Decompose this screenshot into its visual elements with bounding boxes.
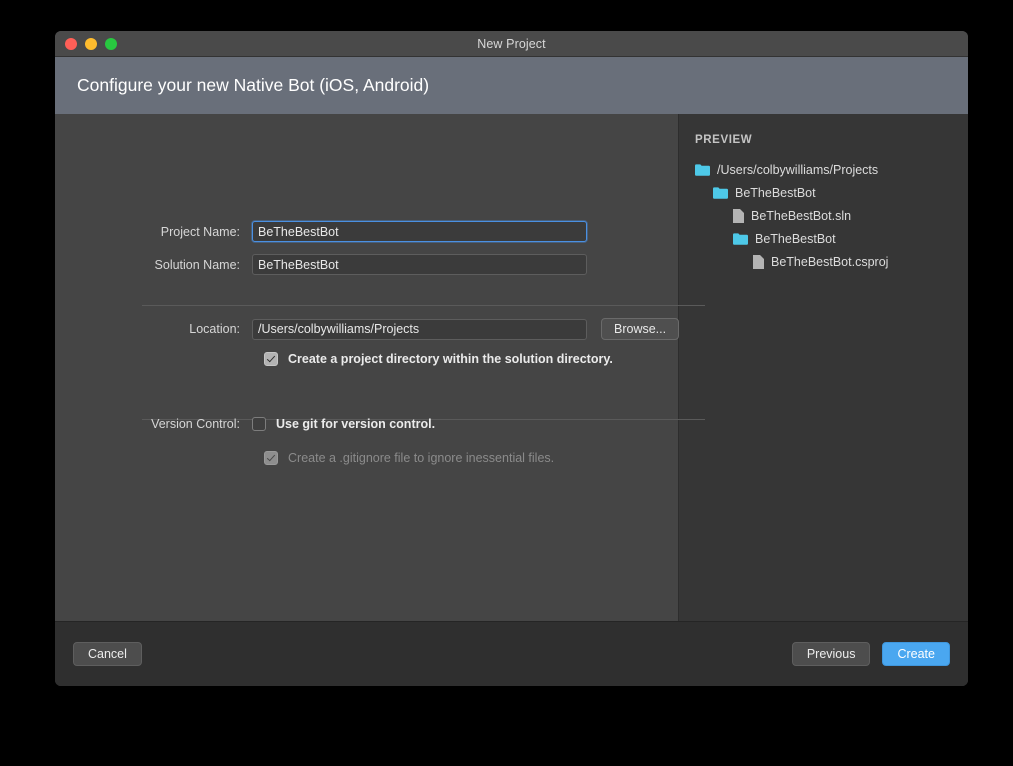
tree-item-label: BeTheBestBot.sln [751, 208, 852, 223]
location-input[interactable] [252, 318, 587, 340]
dialog-footer: Cancel Previous Create [55, 621, 968, 686]
window-title: New Project [477, 36, 546, 51]
dialog-header: Configure your new Native Bot (iOS, Andr… [55, 57, 968, 114]
project-name-input[interactable] [252, 221, 587, 242]
tree-item-solution-file[interactable]: BeTheBestBot.sln [679, 204, 968, 227]
solution-name-label: Solution Name: [154, 257, 240, 272]
close-window-icon[interactable] [65, 37, 77, 50]
configuration-form: Project Name: Solution Name: Location: B… [55, 114, 705, 621]
solution-name-row: Solution Name: [97, 254, 587, 275]
location-label: Location: [189, 322, 240, 336]
project-directory-row[interactable]: Create a project directory within the so… [264, 352, 613, 366]
folder-icon [733, 232, 748, 245]
page-title: Configure your new Native Bot (iOS, Andr… [77, 75, 430, 95]
gitignore-label: Create a .gitignore file to ignore iness… [288, 451, 555, 465]
project-name-label: Project Name: [160, 224, 240, 239]
folder-icon [713, 186, 728, 199]
project-directory-label: Create a project directory within the so… [288, 352, 613, 366]
solution-name-input[interactable] [252, 254, 587, 275]
cancel-button[interactable]: Cancel [73, 642, 142, 666]
version-control-label: Version Control: [151, 417, 240, 431]
tree-item-csproj-file[interactable]: BeTheBestBot.csproj [679, 250, 968, 273]
tree-item-label: BeTheBestBot.csproj [771, 254, 889, 269]
tree-item-label: BeTheBestBot [755, 231, 836, 246]
preview-heading: PREVIEW [695, 134, 753, 146]
create-button[interactable]: Create [882, 642, 950, 666]
file-icon [753, 254, 764, 269]
window-titlebar: New Project [55, 31, 968, 57]
file-icon [733, 208, 744, 223]
tree-item-label: /Users/colbywilliams/Projects [717, 162, 879, 177]
zoom-window-icon[interactable] [105, 37, 117, 50]
gitignore-row: Create a .gitignore file to ignore iness… [264, 451, 554, 465]
use-git-checkbox[interactable] [252, 417, 266, 431]
gitignore-checkbox [264, 451, 278, 465]
traffic-light-group [65, 31, 117, 56]
tree-item-project-folder[interactable]: BeTheBestBot [679, 181, 968, 204]
minimize-window-icon[interactable] [85, 37, 97, 50]
tree-item-label: BeTheBestBot [735, 185, 816, 200]
use-git-label: Use git for version control. [276, 417, 436, 431]
new-project-dialog: New Project Configure your new Native Bo… [55, 31, 968, 686]
tree-item-inner-folder[interactable]: BeTheBestBot [679, 227, 968, 250]
dialog-body: Project Name: Solution Name: Location: B… [55, 114, 968, 621]
folder-icon [695, 163, 710, 176]
project-directory-checkbox[interactable] [264, 352, 278, 366]
tree-item-projects-root[interactable]: /Users/colbywilliams/Projects [679, 158, 968, 181]
project-name-row: Project Name: [97, 221, 587, 242]
previous-button[interactable]: Previous [791, 642, 871, 666]
preview-panel: PREVIEW /Users/colbywilliams/Projects Be… [678, 114, 968, 621]
version-control-row: Version Control: Use git for version con… [97, 417, 707, 431]
location-row: Location: Browse... [97, 318, 680, 340]
browse-button[interactable]: Browse... [601, 318, 680, 340]
form-divider-top [142, 305, 705, 306]
